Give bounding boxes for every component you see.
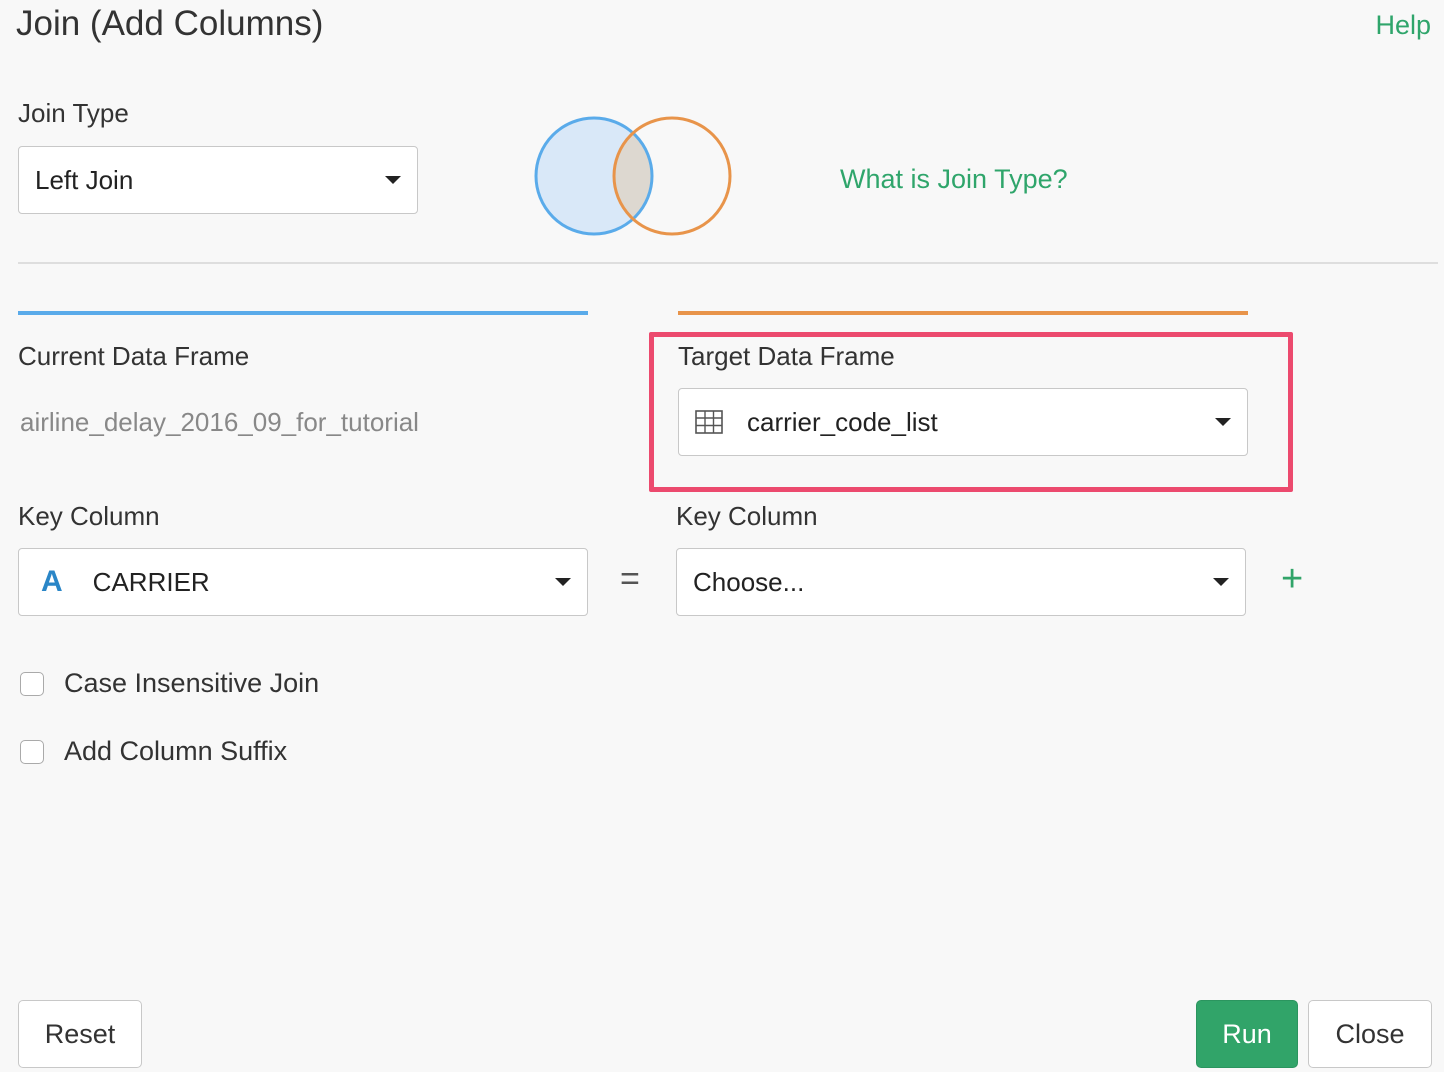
table-icon <box>695 410 723 434</box>
reset-button[interactable]: Reset <box>18 1000 142 1068</box>
target-frame-value: carrier_code_list <box>747 406 938 437</box>
current-key-value: CARRIER <box>92 566 210 597</box>
current-key-select[interactable]: A CARRIER <box>18 548 588 616</box>
target-key-select[interactable]: Choose... <box>676 548 1246 616</box>
add-suffix-label: Add Column Suffix <box>64 736 288 766</box>
target-frame-bar <box>678 311 1248 315</box>
current-frame-name: airline_delay_2016_09_for_tutorial <box>20 407 419 437</box>
help-link[interactable]: Help <box>1375 10 1431 41</box>
chevron-down-icon <box>1215 418 1231 426</box>
target-key-label: Key Column <box>676 501 818 531</box>
add-key-icon[interactable]: + <box>1281 560 1303 598</box>
equals-icon: = <box>620 560 640 598</box>
target-frame-select[interactable]: carrier_code_list <box>678 388 1248 456</box>
what-is-join-type-link[interactable]: What is Join Type? <box>840 164 1068 195</box>
run-button[interactable]: Run <box>1196 1000 1298 1068</box>
section-divider <box>18 262 1438 264</box>
add-suffix-checkbox[interactable] <box>20 740 44 764</box>
chevron-down-icon <box>555 578 571 586</box>
join-type-label: Join Type <box>18 98 129 128</box>
join-type-value: Left Join <box>35 164 134 195</box>
case-insensitive-checkbox[interactable] <box>20 672 44 696</box>
chevron-down-icon <box>1213 578 1229 586</box>
current-key-label: Key Column <box>18 501 160 531</box>
chevron-down-icon <box>385 176 401 184</box>
join-type-select[interactable]: Left Join <box>18 146 418 214</box>
close-button[interactable]: Close <box>1308 1000 1432 1068</box>
target-frame-label: Target Data Frame <box>678 341 895 371</box>
current-frame-label: Current Data Frame <box>18 341 250 371</box>
string-type-icon: A <box>41 565 63 598</box>
target-key-value: Choose... <box>693 566 805 597</box>
current-frame-bar <box>18 311 588 315</box>
case-insensitive-label: Case Insensitive Join <box>64 668 320 698</box>
join-venn-diagram <box>534 116 732 236</box>
dialog-title: Join (Add Columns) <box>16 4 324 43</box>
